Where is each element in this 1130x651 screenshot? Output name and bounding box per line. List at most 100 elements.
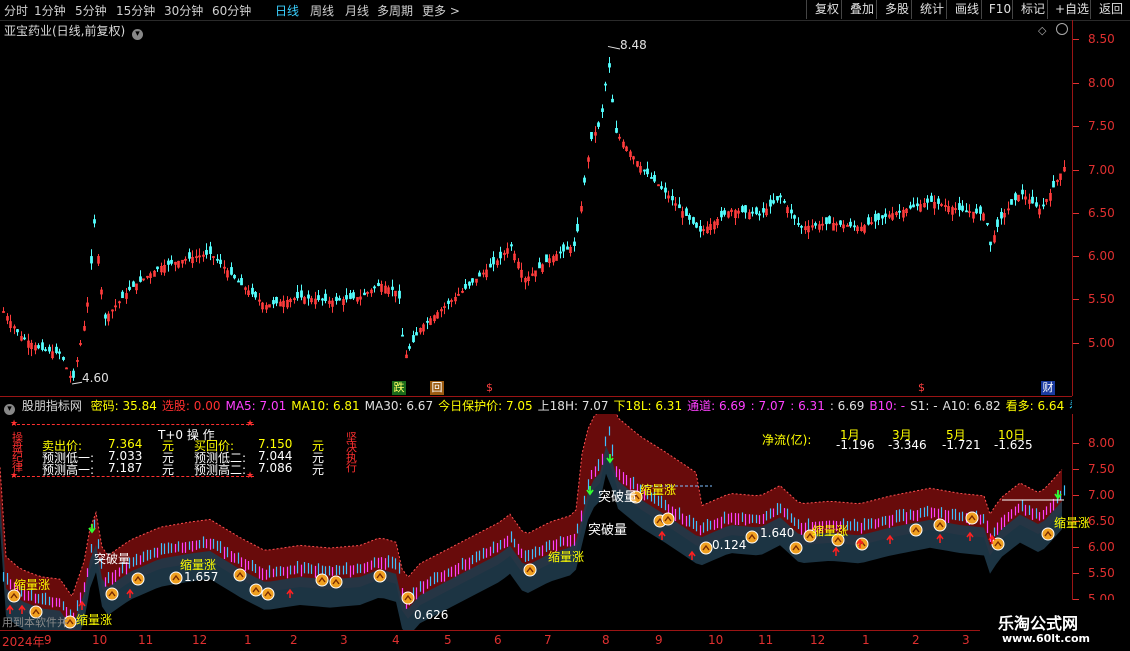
period-tab-1min[interactable]: 1分钟 (34, 2, 66, 19)
candle-body (1052, 180, 1055, 188)
candle-body (188, 252, 191, 259)
signal-icon (329, 575, 343, 589)
candle-body (1035, 202, 1038, 207)
candle-body (489, 263, 492, 268)
indicator-tick: 8.00 (1088, 436, 1115, 450)
signal-icon (1041, 527, 1055, 541)
signal-icon (699, 541, 713, 555)
return-marker[interactable]: 回 (430, 381, 444, 395)
candle-body (233, 274, 236, 279)
candle-body (377, 282, 380, 286)
price-tick: 5.00 (1088, 336, 1115, 350)
candle-body (776, 196, 779, 201)
breakout-volume-label: 突破量 (598, 490, 638, 505)
indicator-value: MA30: 6.67 (364, 399, 434, 413)
candle-body (237, 280, 240, 283)
signal-icon (249, 583, 263, 597)
candle-body (874, 213, 877, 222)
candle-body (139, 276, 142, 282)
price-tick: 5.50 (1088, 292, 1115, 306)
candle-body (205, 249, 208, 255)
indicator-value: : 6.69 (829, 399, 865, 413)
signal-icon (233, 568, 247, 582)
period-tab-60min[interactable]: 60分钟 (212, 2, 251, 19)
candle-body (867, 217, 870, 225)
candle-body (769, 199, 772, 207)
indicator-value: 看多: 6.64 (1005, 399, 1065, 413)
candle-body (492, 257, 495, 265)
finance-marker[interactable]: 财 (1041, 381, 1055, 395)
candle-body (1021, 189, 1024, 195)
period-tab-15min[interactable]: 15分钟 (116, 2, 155, 19)
candle-body (408, 346, 411, 349)
month-label: 11 (138, 633, 154, 647)
side-label: 坚决执行 (346, 431, 357, 474)
signal-icon (105, 587, 119, 601)
candle-body (335, 296, 338, 301)
candle-body (685, 208, 688, 216)
year-label: 2024年 (2, 635, 45, 649)
price-tick: 6.50 (1088, 206, 1115, 220)
indicator-name[interactable]: 股朋指标网 (22, 399, 82, 413)
candle-body (1010, 199, 1013, 205)
candle-body (772, 200, 775, 204)
period-tab-more[interactable]: 更多 > (422, 2, 460, 19)
candle-body (16, 329, 19, 333)
month-label: 9 (655, 633, 663, 647)
high-price-label: 8.48 (620, 38, 647, 52)
period-tab-multi[interactable]: 多周期 (377, 2, 413, 19)
signal-icon (661, 512, 675, 526)
period-tab-minute[interactable]: 分时 (4, 2, 28, 19)
signal-icon (169, 571, 183, 585)
candle-body (989, 241, 992, 246)
signal-icon (909, 523, 923, 537)
candle-body (240, 278, 243, 286)
candle-body (128, 286, 131, 290)
signal-icon (933, 518, 947, 532)
high1-value: 7.187 (108, 461, 143, 475)
dollar-marker[interactable]: $ (486, 381, 493, 394)
period-tab-monthly[interactable]: 月线 (345, 2, 369, 19)
month-label: 11 (758, 633, 774, 647)
period-tab-daily[interactable]: 日线 (275, 2, 299, 19)
add-watchlist-button[interactable]: +自选 (1047, 0, 1096, 19)
signal-icon (401, 591, 415, 605)
candle-body (345, 295, 348, 300)
price-tick: 7.00 (1088, 163, 1115, 177)
high2-value: 7.086 (258, 461, 293, 475)
candlestick-chart[interactable] (0, 20, 1072, 396)
candle-body (132, 281, 135, 287)
dollar-marker[interactable]: $ (918, 381, 925, 394)
signal-icon (315, 573, 329, 587)
candle-body (912, 204, 915, 208)
candle-body (937, 198, 940, 204)
signal-icon (909, 523, 923, 537)
candle-body (853, 225, 856, 228)
candle-body (996, 219, 999, 227)
candle-body (583, 177, 586, 183)
period-tab-5min[interactable]: 5分钟 (75, 2, 107, 19)
month-label: 8 (602, 633, 610, 647)
candle-body (597, 122, 600, 127)
month-label: 7 (544, 633, 552, 647)
indicator-value: : 6.31 (790, 399, 825, 413)
watermark-title: 乐淘公式网 (998, 614, 1079, 633)
signal-icon (329, 575, 343, 589)
candle-body (562, 244, 565, 252)
period-tab-30min[interactable]: 30分钟 (164, 2, 203, 19)
candle-body (965, 210, 968, 213)
signal-icon (745, 530, 759, 544)
candle-body (41, 342, 44, 350)
candle-body (758, 213, 761, 216)
fall-marker[interactable]: 跌 (392, 381, 406, 395)
signal-icon (965, 511, 979, 525)
indicator-value: 下18L: 6.31 (613, 399, 683, 413)
signal-icon (523, 563, 537, 577)
back-button[interactable]: 返回 (1090, 0, 1130, 19)
low-price-label: 4.60 (82, 371, 109, 385)
candle-body (559, 251, 562, 254)
indicator-tick: 5.50 (1088, 566, 1115, 580)
period-tab-weekly[interactable]: 周线 (310, 2, 334, 19)
shrink-rise-label: 缩量涨 (76, 613, 113, 627)
indicator-value: 密码: 35.84 (90, 399, 157, 413)
